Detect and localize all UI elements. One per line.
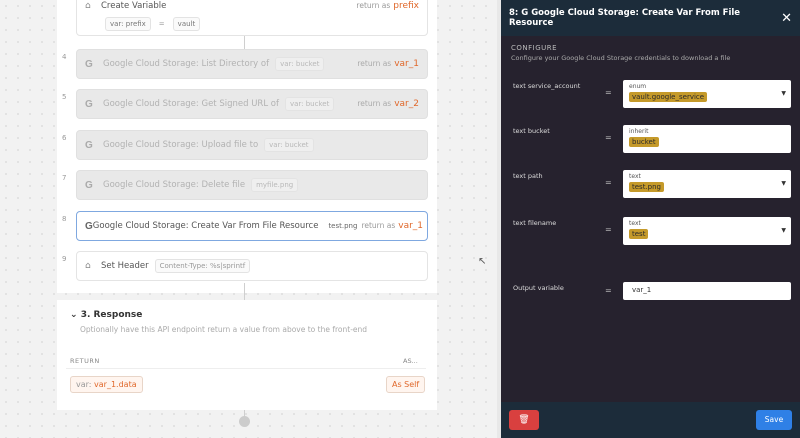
field-filename: text filename = text test ▼: [513, 217, 798, 245]
field-label: text filename: [513, 219, 557, 227]
as-self-pill[interactable]: As Self: [386, 376, 426, 393]
return-column-label: RETURN: [70, 357, 100, 365]
step-title: Set Header: [101, 261, 149, 271]
step-title: Google Cloud Storage: Get Signed URL of: [103, 99, 279, 109]
field-type: inherit: [629, 128, 649, 135]
save-button[interactable]: Save: [756, 410, 792, 430]
divider: [66, 368, 426, 369]
equals-sign: =: [605, 225, 612, 234]
step-pill: Content-Type: %s|sprintf: [154, 259, 251, 273]
field-output-variable: Output variable = var_1: [513, 282, 798, 310]
field-label: text service_account: [513, 82, 581, 90]
step-title: Create Variable: [101, 1, 167, 11]
google-icon: G: [85, 220, 93, 232]
field-value: test: [629, 229, 649, 239]
delete-button[interactable]: 🗑: [509, 410, 539, 430]
step-pill: var: bucket: [284, 97, 335, 111]
equals-sign: =: [605, 88, 612, 97]
field-type: text: [629, 220, 641, 227]
end-node: [239, 416, 250, 427]
chevron-down-icon: ▼: [781, 180, 786, 187]
tag-icon: ⌂: [85, 1, 91, 11]
step-pill: var: bucket: [275, 57, 325, 71]
field-service-account: text service_account = enum vault.google…: [513, 80, 798, 108]
return-as: return as var_1: [361, 221, 424, 231]
step-create-var-from-file[interactable]: G Google Cloud Storage: Create Var From …: [76, 211, 428, 241]
equals-sign: =: [605, 286, 612, 295]
close-icon[interactable]: ✕: [781, 11, 792, 26]
field-path: text path = text test.png ▼: [513, 170, 798, 198]
side-panel: 8: G Google Cloud Storage: Create Var Fr…: [497, 0, 800, 438]
function-stack-canvas: ⌂ Create Variable return as prefix var: p…: [0, 0, 497, 438]
step-delete-file[interactable]: G Google Cloud Storage: Delete file myfi…: [76, 170, 428, 200]
equals-sign: =: [158, 20, 165, 28]
step-pill: test.png: [328, 222, 358, 230]
step-set-header[interactable]: ⌂ Set Header Content-Type: %s|sprintf: [76, 251, 428, 281]
field-bucket: text bucket = inherit bucket: [513, 125, 798, 153]
field-value: test.png: [629, 182, 664, 192]
step-upload-file[interactable]: G Google Cloud Storage: Upload file to v…: [76, 130, 428, 160]
step-title: Google Cloud Storage: List Directory of: [103, 59, 270, 69]
equals-sign: =: [605, 178, 612, 187]
field-type: text: [629, 173, 641, 180]
configure-heading: CONFIGURE: [511, 44, 558, 52]
connector-line: [244, 36, 245, 50]
side-panel-header: 8: G Google Cloud Storage: Create Var Fr…: [501, 0, 800, 36]
field-label: text path: [513, 172, 543, 180]
step-number: 8: [62, 215, 67, 223]
chevron-down-icon: ▼: [781, 90, 786, 97]
field-input[interactable]: enum vault.google_service ▼: [623, 80, 791, 108]
step-number: 5: [62, 93, 67, 101]
connector-line: [244, 283, 245, 300]
mouse-cursor-icon: ↖: [478, 256, 487, 267]
step-list-directory[interactable]: G Google Cloud Storage: List Directory o…: [76, 49, 428, 79]
field-type: enum: [629, 83, 647, 90]
google-icon: G: [85, 98, 93, 110]
value-pill: vault: [172, 17, 201, 31]
var-pill: var: prefix: [105, 17, 151, 31]
output-variable-input[interactable]: var_1: [623, 282, 791, 300]
equals-sign: =: [605, 133, 612, 142]
return-as: return as var_1: [357, 59, 419, 69]
side-panel-footer: 🗑 Save: [501, 402, 800, 438]
return-as: return as var_2: [357, 99, 419, 109]
step-get-signed-url[interactable]: G Google Cloud Storage: Get Signed URL o…: [76, 89, 428, 119]
google-icon: G: [85, 139, 93, 151]
step-number: 6: [62, 134, 67, 142]
google-icon: G: [85, 179, 93, 191]
step-title: Google Cloud Storage: Create Var From Fi…: [92, 221, 319, 231]
configure-subtitle: Configure your Google Cloud Storage cred…: [511, 54, 731, 62]
step-number: 9: [62, 255, 67, 263]
field-input[interactable]: text test ▼: [623, 217, 791, 245]
field-input[interactable]: inherit bucket: [623, 125, 791, 153]
as-column-label: AS...: [403, 357, 418, 365]
google-icon: G: [85, 58, 93, 70]
step-pill: myfile.png: [251, 178, 299, 192]
step-pill: var: bucket: [264, 138, 314, 152]
field-value: bucket: [629, 137, 659, 147]
step-number: 7: [62, 174, 67, 182]
return-as: return as prefix: [356, 1, 419, 11]
field-input[interactable]: text test.png ▼: [623, 170, 791, 198]
step-create-variable[interactable]: ⌂ Create Variable return as prefix var: p…: [76, 0, 428, 36]
field-value: var_1: [632, 286, 652, 294]
return-value-pill[interactable]: var: var_1.data: [70, 376, 143, 393]
response-heading[interactable]: ⌄ 3. Response: [70, 310, 142, 320]
response-subtitle: Optionally have this API endpoint return…: [80, 325, 368, 334]
field-label: Output variable: [513, 284, 564, 292]
side-panel-title: 8: G Google Cloud Storage: Create Var Fr…: [509, 8, 741, 28]
field-value: vault.google_service: [629, 92, 708, 102]
step-number: 4: [62, 53, 67, 61]
step-title: Google Cloud Storage: Upload file to: [103, 140, 259, 150]
step-title: Google Cloud Storage: Delete file: [103, 180, 246, 190]
chevron-down-icon: ▼: [781, 227, 786, 234]
field-label: text bucket: [513, 127, 550, 135]
tag-icon: ⌂: [85, 261, 91, 271]
